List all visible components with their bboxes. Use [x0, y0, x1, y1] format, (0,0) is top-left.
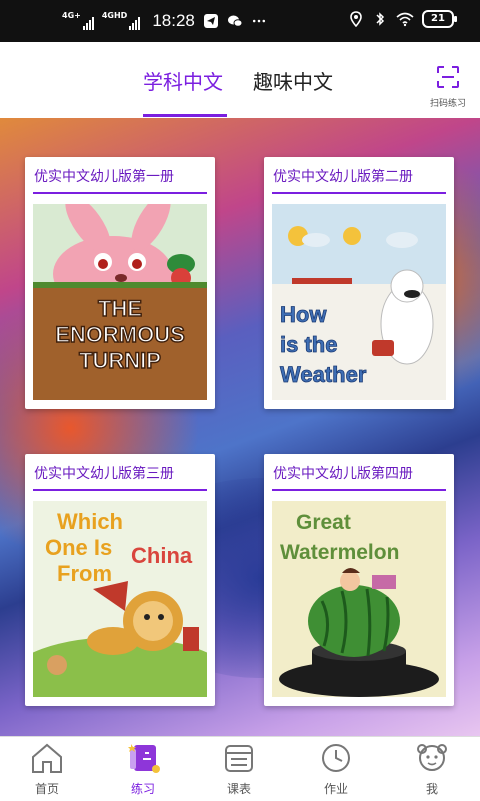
scan-practice-label: 扫码练习 — [429, 99, 466, 109]
cover-text-line: How — [280, 302, 327, 327]
clock-time: 18:28 — [152, 11, 195, 30]
nav-label: 我 — [425, 782, 438, 796]
nav-label: 作业 — [323, 782, 348, 796]
book-title: 优实中文幼儿版第二册 — [273, 169, 413, 185]
cover-text-line: From — [57, 561, 112, 586]
cover-text-line: THE — [98, 296, 142, 321]
nav-label: 课表 — [226, 782, 251, 796]
book-grid: 优实中文幼儿版第一册 THE ENORMOUS TURNIP 优实中文幼儿版第二… — [0, 118, 480, 736]
book-card[interactable]: 优实中文幼儿版第一册 THE ENORMOUS TURNIP — [25, 157, 215, 409]
active-tab-indicator — [143, 114, 227, 117]
cover-text-line: Great — [296, 511, 351, 534]
signal-4ghd: 4GHD — [101, 11, 141, 30]
cover-text-line: TURNIP — [79, 348, 161, 373]
profile-icon — [417, 744, 447, 771]
top-tab-bar: 学科中文 趣味中文 扫码练习 — [0, 42, 480, 118]
nav-me[interactable]: 我 — [397, 741, 467, 797]
scan-icon — [437, 66, 459, 88]
battery-indicator: 21 — [422, 10, 457, 28]
location-icon — [350, 11, 362, 27]
book-cover-image: Great Watermelon — [272, 501, 446, 697]
cover-text-line: One Is — [45, 535, 112, 560]
title-divider — [272, 489, 446, 491]
status-right: 21 — [348, 10, 457, 28]
book-cover-image: THE ENORMOUS TURNIP — [33, 204, 207, 400]
nav-schedule[interactable]: 课表 — [204, 741, 274, 797]
nav-label: 练习 — [130, 782, 155, 796]
book-cover-image: Which One Is From China — [33, 501, 207, 697]
book-title: 优实中文幼儿版第四册 — [273, 466, 413, 482]
clock-icon — [322, 744, 350, 772]
book-title: 优实中文幼儿版第三册 — [34, 466, 174, 482]
book-card[interactable]: 优实中文幼儿版第二册 How is the Weather — [264, 157, 454, 409]
practice-icon — [128, 744, 160, 773]
book-title: 优实中文幼儿版第一册 — [34, 169, 174, 185]
network-type-label: 4GHD — [101, 11, 128, 20]
cover-text-line: Watermelon — [280, 541, 399, 564]
nav-homework[interactable]: 作业 — [301, 741, 371, 797]
nav-home[interactable]: 首页 — [12, 741, 82, 797]
cover-text-line: China — [131, 543, 193, 568]
wechat-icon — [227, 15, 243, 27]
network-type-label: 4G+ — [62, 11, 81, 20]
title-divider — [272, 192, 446, 194]
cover-text-line: ENORMOUS — [55, 322, 185, 347]
book-cover-image: How is the Weather — [272, 204, 446, 400]
tab-subject-chinese[interactable]: 学科中文 — [143, 66, 223, 95]
book-card[interactable]: 优实中文幼儿版第四册 Great Watermelon — [264, 454, 454, 706]
bottom-navigation: 首页 练习 课表 作业 我 — [0, 736, 480, 801]
cover-text-line: Which — [57, 509, 123, 534]
tab-fun-chinese[interactable]: 趣味中文 — [253, 66, 333, 95]
signal-bars-icon — [82, 16, 94, 30]
nav-practice[interactable]: 练习 — [108, 741, 178, 797]
cover-text-line: Weather — [280, 362, 367, 387]
title-divider — [33, 192, 207, 194]
nav-label: 首页 — [34, 782, 59, 796]
schedule-icon — [225, 745, 253, 772]
book-card[interactable]: 优实中文幼儿版第三册 Which One Is From China — [25, 454, 215, 706]
status-bar: 4G+ 4GHD 18:28 21 — [0, 0, 480, 42]
status-left: 4G+ 4GHD 18:28 — [62, 9, 267, 33]
scan-practice-button[interactable]: 扫码练习 — [426, 64, 470, 109]
signal-4g-plus: 4G+ — [62, 12, 94, 30]
bluetooth-icon — [376, 12, 385, 26]
telegram-icon — [203, 14, 218, 28]
home-icon — [32, 743, 62, 773]
cover-text-line: is the — [280, 332, 337, 357]
signal-bars-icon — [129, 16, 141, 30]
wifi-icon — [396, 12, 414, 27]
title-divider — [33, 489, 207, 491]
more-dots-icon — [252, 19, 265, 23]
